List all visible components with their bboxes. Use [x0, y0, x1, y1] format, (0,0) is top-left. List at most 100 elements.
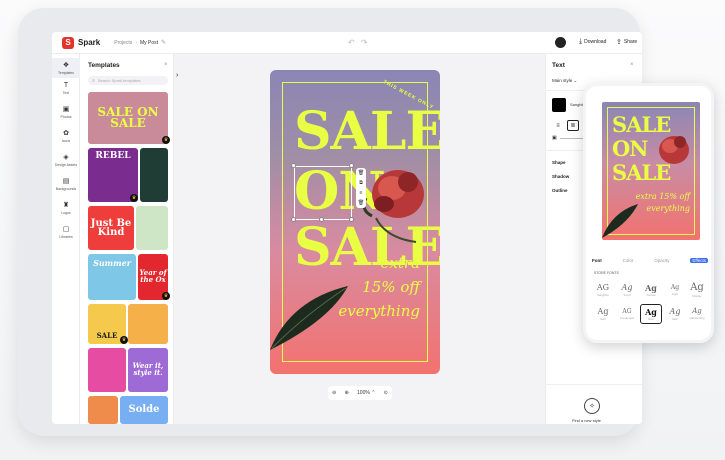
resize-handle[interactable] [319, 217, 324, 222]
text-color-swatch[interactable] [552, 98, 566, 112]
poster-discount-line[interactable]: 15% off [362, 278, 420, 296]
breadcrumb-projects[interactable]: Projects [114, 40, 132, 46]
font-tile[interactable]: AG Condensed [616, 304, 638, 324]
resize-handle[interactable] [291, 163, 296, 168]
delete-icon[interactable]: 🗑 [358, 170, 364, 176]
rail-item-label: Icons [61, 139, 71, 143]
arrange-icon[interactable]: ≡ [360, 190, 363, 196]
template-thumb[interactable] [88, 396, 118, 424]
style-dropdown[interactable]: Main style ⌄ [552, 78, 577, 84]
duplicate-icon[interactable]: ⧉ [359, 180, 363, 186]
resize-handle[interactable] [349, 163, 354, 168]
font-tile-sample: Ag [645, 282, 657, 293]
rotate-handle[interactable] [349, 217, 354, 222]
poster-everything-line[interactable]: everything [338, 302, 420, 320]
collapse-panel-icon[interactable]: › [176, 72, 178, 79]
template-thumb[interactable]: Summer [88, 254, 136, 300]
templates-panel: Templates × ⌕ Search Spark templates SAL… [80, 54, 174, 424]
magic-wand-icon[interactable]: ✧ [584, 398, 600, 414]
template-thumb[interactable] [140, 148, 168, 202]
flower-illustration [362, 170, 424, 243]
zoom-level[interactable]: 100% ⌃ [357, 390, 375, 396]
poster-extra-line[interactable]: extra [381, 254, 420, 272]
align-left-icon[interactable]: ≡ [552, 120, 564, 131]
close-icon[interactable]: × [164, 62, 168, 68]
download-button[interactable]: ⤓ Download [579, 38, 606, 46]
font-tile[interactable]: Ag Canela [640, 280, 662, 300]
shape-row[interactable]: Shape [552, 160, 566, 165]
outline-row[interactable]: Outline [552, 188, 568, 193]
template-thumb[interactable]: Wear it, style it. [128, 348, 168, 392]
font-tile-label: Display [692, 293, 702, 298]
font-tile[interactable]: AG Sangbleu [592, 280, 614, 300]
phone-word-on: ON [612, 136, 648, 161]
poster-word-sale-top[interactable]: SALE [294, 106, 440, 158]
canvas-area[interactable]: THIS WEEK ONLY SALE ON SALE extra 15% of… [174, 54, 545, 424]
breadcrumb-separator: › [135, 39, 137, 46]
photos-icon: ▣ [62, 106, 70, 113]
phone-tab-effects[interactable]: Effects [690, 258, 708, 263]
font-tile[interactable]: Ag Script [616, 280, 638, 300]
rail-item-text[interactable]: T Text [52, 82, 80, 95]
font-tile[interactable]: Ag Light [664, 280, 686, 300]
rail-item-label: Photos [60, 115, 72, 119]
rail-item-templates[interactable]: ❖ Templates [52, 58, 80, 78]
font-tile-sample: AG [596, 282, 610, 292]
template-thumb[interactable]: Just Be Kind [88, 206, 134, 250]
template-thumb[interactable] [136, 206, 168, 250]
rename-pencil-icon[interactable]: ✎ [161, 39, 166, 46]
rail-item-photos[interactable]: ▣ Photos [52, 106, 80, 119]
trash-icon[interactable]: 🗑 [358, 200, 364, 206]
template-thumb[interactable]: Solde [120, 396, 168, 424]
phone-flower-illustration [659, 136, 689, 164]
shadow-row[interactable]: Shadow [552, 174, 569, 179]
phone-tab-opacity[interactable]: Opacity [654, 258, 669, 263]
left-rail: ❖ Templates T Text ▣ Photos ✿ Icons ◈ De… [52, 54, 80, 424]
zoom-out-icon[interactable]: ⊖ [332, 390, 336, 396]
template-thumb[interactable]: SALE ON SALE [88, 92, 168, 144]
zoom-in-icon[interactable]: ⊕ [345, 390, 349, 396]
font-tile-label: Serif [600, 316, 606, 321]
rail-item-label: Text [62, 91, 70, 95]
font-tile[interactable]: Ag Handwriting [686, 304, 708, 324]
rail-item-backgrounds[interactable]: ▤ Backgrounds [52, 178, 80, 191]
align-center-icon[interactable]: ≣ [567, 120, 579, 131]
font-tile-sample: Ag [690, 281, 704, 293]
rail-item-icons[interactable]: ✿ Icons [52, 130, 80, 143]
undo-redo-icon[interactable]: ↶ ↷ [348, 38, 370, 47]
font-tile[interactable]: Ag Serif [592, 304, 614, 324]
font-tile[interactable]: Ag Display [686, 280, 708, 300]
share-button[interactable]: ⇪ Share [616, 38, 637, 46]
template-thumb-text: Summer [93, 258, 131, 268]
logos-icon: ♜ [62, 202, 70, 209]
breadcrumb-current: My Post [139, 39, 159, 46]
font-tile-label: Condensed [619, 315, 635, 320]
phone-tab-color[interactable]: Color [623, 258, 634, 263]
avatar[interactable] [555, 37, 566, 48]
premium-crown-icon: ♛ [120, 336, 128, 344]
rail-item-design-assets[interactable]: ◈ Design Assets [52, 154, 80, 167]
template-thumb[interactable] [128, 304, 168, 344]
search-placeholder: Search Spark templates [97, 78, 141, 83]
spark-logo-icon[interactable]: S [62, 36, 74, 49]
phone-tab-font[interactable]: Font [592, 258, 602, 263]
element-mini-toolbar: 🗑 ⧉ ≡ 🗑 [356, 168, 366, 208]
download-label: Download [584, 39, 607, 45]
close-icon[interactable]: × [630, 62, 634, 68]
rail-item-label: Libraries [59, 235, 73, 239]
font-tile-selected[interactable]: Ag Bold [640, 304, 662, 324]
rail-item-libraries[interactable]: ▢ Libraries [52, 226, 80, 239]
icons-icon: ✿ [63, 130, 69, 137]
design-poster[interactable]: THIS WEEK ONLY SALE ON SALE extra 15% of… [270, 70, 440, 374]
template-search-input[interactable]: ⌕ Search Spark templates [88, 76, 168, 85]
font-tile-label: Bold [648, 316, 654, 321]
resize-handle[interactable] [291, 217, 296, 222]
phone-poster[interactable]: SALE ON SALE extra 15% off everything [602, 102, 700, 240]
template-thumb[interactable] [88, 348, 126, 392]
fit-icon[interactable]: ⊙ [384, 390, 388, 396]
font-tile[interactable]: Ag Italic [664, 304, 686, 324]
font-tile-sample: Ag [645, 306, 657, 317]
rail-item-logos[interactable]: ♜ Logos [52, 202, 80, 215]
selection-box [294, 166, 352, 220]
font-tile-sample: Ag [670, 283, 680, 291]
